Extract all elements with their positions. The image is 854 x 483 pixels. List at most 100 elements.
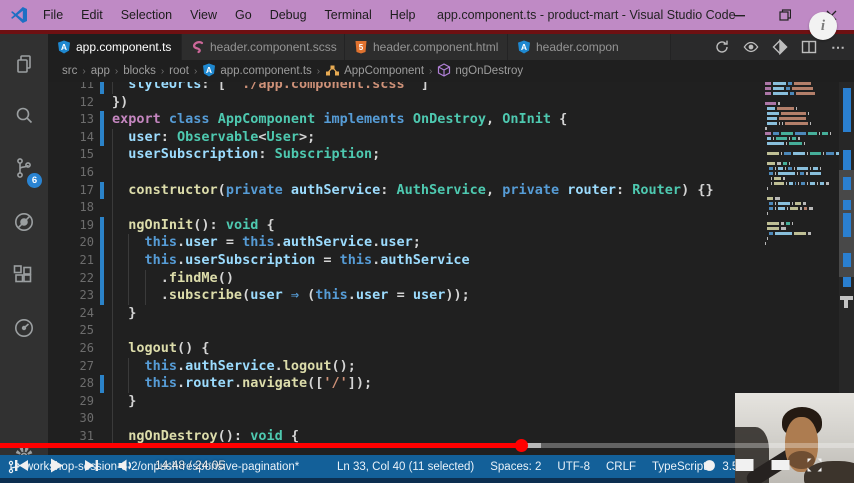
code-line: 16: [48, 163, 765, 182]
code-token: ():: [217, 427, 251, 444]
volume-icon[interactable]: [117, 458, 135, 473]
settings-gear-icon[interactable]: [700, 456, 719, 475]
tab-app.component.ts[interactable]: Aapp.component.ts×: [48, 34, 182, 60]
line-number: 27: [79, 358, 94, 373]
modified-line-marker: [843, 150, 851, 170]
svg-text:A: A: [61, 42, 67, 52]
modified-line-marker: [843, 200, 851, 210]
split-editor-icon[interactable]: [801, 39, 817, 55]
line-number: 24: [79, 305, 94, 320]
status-item[interactable]: CRLF: [606, 461, 636, 473]
code-token: :: [258, 146, 275, 163]
modified-line-marker: [843, 177, 851, 190]
explorer-icon[interactable]: [0, 42, 48, 86]
vscode-logo-icon: [11, 7, 27, 23]
debug-disabled-icon[interactable]: [0, 200, 48, 244]
status-item[interactable]: TypeScript: [652, 461, 706, 473]
breadcrumb-item-root[interactable]: root: [169, 65, 189, 77]
breadcrumb-item-src[interactable]: src: [62, 65, 77, 77]
menu-view[interactable]: View: [181, 0, 226, 30]
line-number: 20: [79, 235, 94, 250]
minimap-line: [765, 172, 839, 175]
minimap-token: [765, 82, 772, 85]
status-item[interactable]: Ln 33, Col 40 (11 selected): [337, 461, 474, 473]
code-text: userSubscription: Subscription;: [112, 146, 380, 164]
fullscreen-icon[interactable]: [806, 457, 823, 473]
breadcrumb-item-blocks[interactable]: blocks: [123, 65, 156, 77]
video-playhead[interactable]: [515, 439, 528, 452]
minimap-token: [830, 132, 832, 135]
code-token: navigate: [242, 375, 308, 392]
tab-header.component.scss[interactable]: header.component.scss: [182, 34, 345, 60]
tab-header.component.html[interactable]: 5 header.component.html: [345, 34, 508, 60]
breadcrumb-item-AppComponent[interactable]: AppComponent: [325, 63, 424, 80]
code-token: implements: [323, 111, 405, 128]
code-token: (: [217, 181, 226, 198]
minimap-token: [767, 122, 777, 125]
minimap-token: [765, 132, 772, 135]
minimap-token: [775, 197, 780, 200]
minimap-token: [788, 162, 790, 165]
code-editor[interactable]: 11 styleUrls: [ './app.component.scss' ]…: [48, 82, 765, 455]
code-token: OnInit: [502, 111, 552, 128]
line-number: 23: [79, 288, 94, 303]
breadcrumb-item-app.component.ts[interactable]: Aapp.component.ts: [202, 63, 312, 80]
breadcrumb-item-ngOnDestroy[interactable]: ngOnDestroy: [437, 62, 523, 80]
code-text: constructor(private authService: AuthSer…: [112, 181, 713, 200]
minimap-token: [769, 167, 774, 170]
menu-terminal[interactable]: Terminal: [316, 0, 381, 30]
code-token: ]: [412, 82, 430, 92]
more-actions-icon[interactable]: ⋯: [830, 39, 846, 55]
minimap-token: [810, 167, 812, 170]
minimap-token: [767, 212, 769, 215]
code-token: }: [112, 304, 137, 321]
play-button[interactable]: [48, 457, 65, 474]
next-button[interactable]: [83, 458, 99, 473]
open-preview-icon[interactable]: [743, 39, 759, 55]
minimap-token: [803, 142, 805, 145]
source-control-icon[interactable]: 6: [0, 146, 48, 190]
minimap-token: [773, 92, 788, 95]
minimize-button[interactable]: [716, 0, 762, 30]
miniplayer-icon[interactable]: [734, 457, 755, 473]
menu-edit[interactable]: Edit: [72, 0, 112, 30]
status-item[interactable]: UTF-8: [557, 461, 590, 473]
synchronize-changes-icon[interactable]: [714, 39, 730, 55]
minimap-line: [765, 192, 839, 195]
minimap-token: [777, 162, 781, 165]
minimap-token: [791, 202, 794, 205]
minimap-token: [775, 202, 777, 205]
compare-changes-icon[interactable]: [772, 39, 788, 55]
extensions-icon[interactable]: [0, 254, 48, 298]
menu-selection[interactable]: Selection: [112, 0, 181, 30]
dial-icon[interactable]: [0, 306, 48, 350]
theater-mode-icon[interactable]: [770, 458, 791, 472]
menu-file[interactable]: File: [34, 0, 72, 30]
menu-debug[interactable]: Debug: [261, 0, 316, 30]
search-icon[interactable]: [0, 94, 48, 138]
minimap-token: [778, 172, 796, 175]
line-number: 29: [79, 393, 94, 408]
minimap-token: [798, 137, 801, 140]
breadcrumb-item-app[interactable]: app: [91, 65, 110, 77]
minimap-token: [800, 172, 805, 175]
code-token: user: [250, 287, 283, 304]
svg-text:5: 5: [359, 43, 364, 52]
menu-help[interactable]: Help: [381, 0, 425, 30]
previous-button[interactable]: [14, 458, 30, 473]
code-text: }): [112, 94, 128, 112]
restore-button[interactable]: [762, 0, 808, 30]
status-item[interactable]: Spaces: 2: [490, 461, 541, 473]
breadcrumb-separator: ›: [160, 65, 165, 77]
minimap-line: [765, 122, 839, 125]
code-text: }: [112, 305, 136, 323]
tab-header.compon[interactable]: Aheader.compon: [508, 34, 671, 60]
info-card-button[interactable]: i: [809, 12, 837, 40]
player-bottom-strip: [0, 478, 854, 483]
titlebar: File Edit Selection View Go Debug Terminal Help…: [0, 0, 854, 30]
menu-go[interactable]: Go: [226, 0, 261, 30]
